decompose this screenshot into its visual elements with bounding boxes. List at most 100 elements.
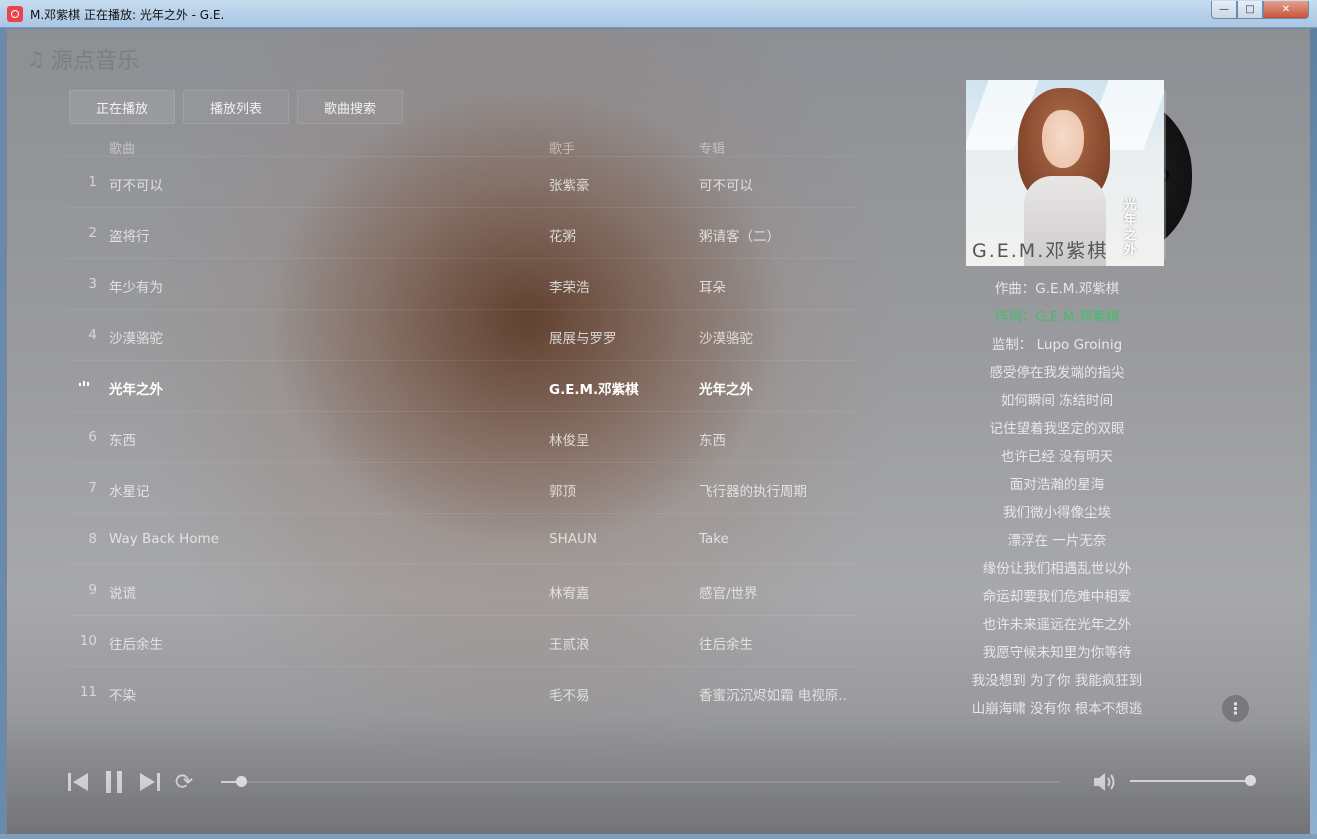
lyric-line: 我没想到 为了你 我能疯狂到 xyxy=(971,673,1143,689)
song-row[interactable]: 2 盗将行 花粥 粥请客（二） xyxy=(67,207,857,258)
song-index: 2 xyxy=(88,225,97,241)
window-title: M.邓紫棋 正在播放: 光年之外 - G.E. xyxy=(30,8,225,22)
song-title: 光年之外 xyxy=(109,382,163,398)
lyric-line: 监制： Lupo Groinig xyxy=(991,337,1123,353)
cover-portrait-face xyxy=(1042,110,1084,168)
song-index: 7 xyxy=(88,480,97,496)
seek-bar[interactable] xyxy=(221,781,1060,783)
lyric-line: 如何瞬间 冻结时间 xyxy=(1000,393,1114,409)
song-artist: 林俊呈 xyxy=(549,433,590,449)
song-album: 往后余生 xyxy=(699,637,753,653)
song-row[interactable]: 9 说谎 林宥嘉 感官/世界 xyxy=(67,564,857,615)
previous-button[interactable] xyxy=(65,767,91,797)
lyric-line: 山崩海啸 没有你 根本不想逃 xyxy=(971,701,1143,717)
song-album: Take xyxy=(699,531,729,547)
song-index: 11 xyxy=(79,684,97,700)
lyric-line: 也许已经 没有明天 xyxy=(1000,449,1114,465)
song-title: 沙漠骆驼 xyxy=(109,331,163,347)
lyric-line: 命运却要我们危难中相爱 xyxy=(982,589,1132,605)
repeat-button[interactable]: ⟳ xyxy=(171,767,197,797)
song-artist: 展展与罗罗 xyxy=(549,331,617,347)
column-title-header: 歌曲 xyxy=(109,142,136,156)
pause-icon xyxy=(106,771,122,793)
song-artist: 张紫豪 xyxy=(549,178,590,194)
song-title: 年少有为 xyxy=(109,280,163,296)
volume-button[interactable] xyxy=(1090,767,1120,797)
song-index: 4 xyxy=(88,327,97,343)
song-title: 往后余生 xyxy=(109,637,163,653)
window-titlebar: M.邓紫棋 正在播放: 光年之外 - G.E. — □ ✕ xyxy=(0,0,1317,28)
lyric-line: 面对浩瀚的星海 xyxy=(1009,477,1105,493)
song-artist: 王贰浪 xyxy=(549,637,590,653)
song-album: 耳朵 xyxy=(699,280,726,296)
column-album-header: 专辑 xyxy=(699,142,726,156)
cover-title-text: 光年之外 xyxy=(1123,198,1137,258)
song-row[interactable]: 4 沙漠骆驼 展展与罗罗 沙漠骆驼 xyxy=(67,309,857,360)
song-artist: 毛不易 xyxy=(549,688,590,704)
more-options-button[interactable]: ⋮ xyxy=(1222,695,1249,722)
lyric-line: 作词：G.E.M.邓紫棋 xyxy=(994,309,1120,325)
song-artist: SHAUN xyxy=(549,531,597,547)
song-artist: 郭顶 xyxy=(549,484,576,500)
song-row[interactable]: 光年之外 G.E.M.邓紫棋 光年之外 xyxy=(67,360,857,411)
song-title: 水星记 xyxy=(109,484,150,500)
song-album: 可不可以 xyxy=(699,178,753,194)
lyric-line: 我们微小得像尘埃 xyxy=(1003,505,1111,521)
skip-previous-icon xyxy=(68,773,88,791)
desktop-edge-bottom xyxy=(0,834,1317,839)
song-album: 感官/世界 xyxy=(699,586,758,602)
song-album: 东西 xyxy=(699,433,726,449)
close-button[interactable]: ✕ xyxy=(1263,1,1309,19)
seek-handle[interactable] xyxy=(235,776,247,787)
song-index: 3 xyxy=(88,276,97,292)
lyric-line: 感受停在我发端的指尖 xyxy=(989,365,1125,381)
desktop-edge xyxy=(1310,29,1317,839)
song-row[interactable]: 7 水星记 郭顶 飞行器的执行周期 xyxy=(67,462,857,513)
album-cover: 光年之外 G.E.M.邓紫棋 xyxy=(966,80,1164,266)
song-album: 香蜜沉沉烬如霜 电视原.. xyxy=(699,688,847,704)
now-playing-equalizer-icon xyxy=(79,378,93,386)
song-row[interactable]: 8 Way Back Home SHAUN Take xyxy=(67,513,857,564)
app-icon xyxy=(7,6,23,22)
tab-search[interactable]: 歌曲搜索 xyxy=(297,90,404,124)
song-artist: 花粥 xyxy=(549,229,576,245)
song-index: 6 xyxy=(88,429,97,445)
song-album: 粥请客（二） xyxy=(699,229,780,245)
song-row[interactable]: 10 往后余生 王贰浪 往后余生 xyxy=(67,615,857,666)
volume-handle[interactable] xyxy=(1245,775,1256,786)
column-artist-header: 歌手 xyxy=(549,142,576,156)
song-title: 不染 xyxy=(109,688,136,704)
music-note-icon: ♫ xyxy=(27,47,45,71)
song-index: 8 xyxy=(88,531,97,547)
lyric-line: 记住望着我坚定的双眼 xyxy=(989,421,1125,437)
song-row[interactable]: 1 可不可以 张紫豪 可不可以 xyxy=(67,156,857,207)
song-row[interactable]: 3 年少有为 李荣浩 耳朵 xyxy=(67,258,857,309)
song-row[interactable]: 6 东西 林俊呈 东西 xyxy=(67,411,857,462)
song-album: 沙漠骆驼 xyxy=(699,331,753,347)
tab-now-playing[interactable]: 正在播放 xyxy=(69,90,176,124)
next-button[interactable] xyxy=(137,767,163,797)
song-list: 歌曲 歌手 专辑 1 可不可以 张紫豪 可不可以 2 盗将行 花粥 粥请客（二） 3 年少有为 李荣… xyxy=(67,128,857,717)
song-title: 盗将行 xyxy=(109,229,150,245)
app-brand: ♫ 源点音乐 xyxy=(27,43,139,75)
skip-next-icon xyxy=(140,773,160,791)
song-album: 光年之外 xyxy=(699,382,753,398)
maximize-button[interactable]: □ xyxy=(1237,1,1263,19)
song-title: 东西 xyxy=(109,433,136,449)
list-header: 歌曲 歌手 专辑 xyxy=(67,128,857,156)
volume-level xyxy=(1130,780,1250,782)
song-title: 说谎 xyxy=(109,586,136,602)
app-name: 源点音乐 xyxy=(50,49,139,74)
song-index: 1 xyxy=(88,174,97,190)
minimize-button[interactable]: — xyxy=(1211,1,1237,19)
song-row[interactable]: 11 不染 毛不易 香蜜沉沉烬如霜 电视原.. xyxy=(67,666,857,717)
song-title: 可不可以 xyxy=(109,178,163,194)
lyric-line: 漂浮在 一片无奈 xyxy=(1007,533,1107,549)
song-artist: G.E.M.邓紫棋 xyxy=(549,382,639,398)
lyric-line: 我愿守候未知里为你等待 xyxy=(982,645,1132,661)
song-album: 飞行器的执行周期 xyxy=(699,484,807,500)
cover-artist-text: G.E.M.邓紫棋 xyxy=(972,240,1109,262)
pause-button[interactable] xyxy=(101,767,127,797)
tab-playlist[interactable]: 播放列表 xyxy=(183,90,290,124)
lyric-line: 作曲：G.E.M.邓紫棋 xyxy=(994,281,1120,297)
